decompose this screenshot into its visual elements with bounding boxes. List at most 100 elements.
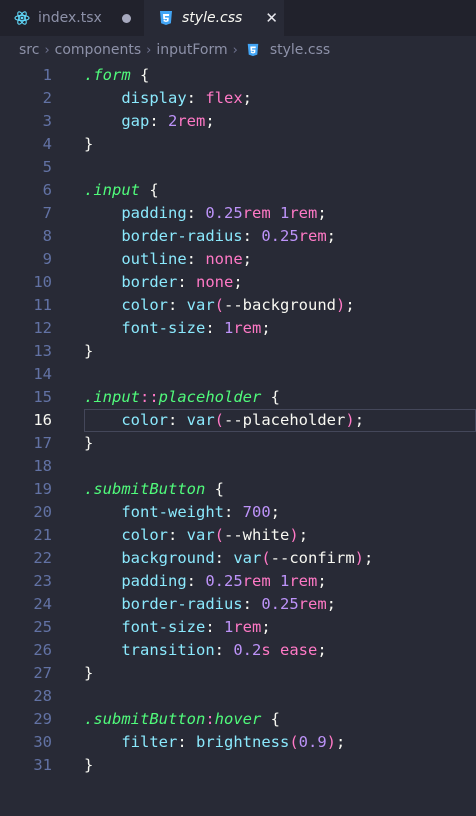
code-line[interactable]: 9 outline: none; bbox=[0, 248, 476, 271]
code-text: .submitButton:hover { bbox=[84, 708, 280, 731]
line-number: 1 bbox=[42, 66, 52, 84]
code-line[interactable]: 3 gap: 2rem; bbox=[0, 110, 476, 133]
code-token: : bbox=[205, 319, 224, 337]
code-text: transition: 0.2s ease; bbox=[84, 639, 327, 662]
code-line[interactable]: 22 background: var(--confirm); bbox=[0, 547, 476, 570]
code-line[interactable]: 20 font-weight: 700; bbox=[0, 501, 476, 524]
breadcrumb: src › components › inputForm › style.css bbox=[0, 36, 476, 64]
unsaved-dot-icon[interactable] bbox=[121, 13, 131, 23]
code-text: border-radius: 0.25rem; bbox=[84, 225, 336, 248]
code-token: brightness bbox=[196, 733, 290, 751]
code-text: } bbox=[84, 662, 93, 685]
code-line[interactable]: 28 bbox=[0, 685, 476, 708]
code-text: color: var(--white); bbox=[84, 524, 308, 547]
code-text: color: var(--placeholder); bbox=[84, 409, 364, 432]
line-number: 31 bbox=[33, 756, 52, 774]
code-text: border-radius: 0.25rem; bbox=[84, 593, 336, 616]
code-line[interactable]: 30 filter: brightness(0.9); bbox=[0, 731, 476, 754]
code-line[interactable]: 8 border-radius: 0.25rem; bbox=[0, 225, 476, 248]
code-token: : bbox=[205, 710, 215, 728]
code-line[interactable]: 17} bbox=[0, 432, 476, 455]
code-token: ) bbox=[326, 733, 337, 751]
code-line[interactable]: 26 transition: 0.2s ease; bbox=[0, 639, 476, 662]
code-token: ( bbox=[214, 296, 225, 314]
code-token: var bbox=[186, 411, 215, 429]
breadcrumb-item-file[interactable]: style.css bbox=[270, 42, 330, 58]
code-token: rem bbox=[242, 572, 271, 590]
line-number: 9 bbox=[42, 250, 52, 268]
code-token: : bbox=[168, 411, 187, 429]
line-number: 5 bbox=[42, 158, 52, 176]
code-line[interactable]: 12 font-size: 1rem; bbox=[0, 317, 476, 340]
code-token: } bbox=[84, 756, 94, 774]
code-line[interactable]: 29 .submitButton:hover { bbox=[0, 708, 476, 731]
code-token: --white bbox=[224, 526, 290, 544]
code-token: ( bbox=[214, 411, 225, 429]
code-token: 2 bbox=[168, 112, 178, 130]
code-token: 1 bbox=[224, 319, 234, 337]
code-token: ) bbox=[354, 549, 365, 567]
code-line[interactable]: 21 color: var(--white); bbox=[0, 524, 476, 547]
code-token: ; bbox=[205, 112, 215, 130]
code-line[interactable]: 6 .input { bbox=[0, 179, 476, 202]
code-text: } bbox=[84, 133, 93, 156]
code-token: .form bbox=[84, 66, 131, 84]
code-line[interactable]: 18 bbox=[0, 455, 476, 478]
code-token: var bbox=[186, 526, 215, 544]
code-token: : bbox=[186, 250, 206, 268]
chevron-right-icon: › bbox=[232, 42, 238, 58]
code-line[interactable]: 14 bbox=[0, 363, 476, 386]
code-line[interactable]: 19 .submitButton { bbox=[0, 478, 476, 501]
line-number: 4 bbox=[42, 135, 52, 153]
line-number: 10 bbox=[33, 273, 52, 291]
code-text: background: var(--confirm); bbox=[84, 547, 373, 570]
code-token: outline bbox=[121, 250, 187, 268]
code-editor[interactable]: 1 .form {2 display: flex; 3 gap: 2rem; 4} 5 6… bbox=[0, 64, 476, 777]
chevron-right-icon: › bbox=[44, 42, 50, 58]
breadcrumb-item-src[interactable]: src bbox=[19, 42, 39, 58]
close-icon[interactable]: ✕ bbox=[265, 9, 278, 27]
code-token: : bbox=[205, 618, 224, 636]
line-number: 29 bbox=[33, 710, 52, 728]
code-line[interactable]: 24 border-radius: 0.25rem; bbox=[0, 593, 476, 616]
code-token: display bbox=[121, 89, 187, 107]
code-token: flex bbox=[205, 89, 243, 107]
code-line[interactable]: 1 .form { bbox=[0, 64, 476, 87]
line-number: 11 bbox=[33, 296, 52, 314]
code-line[interactable]: 23 padding: 0.25rem 1rem; bbox=[0, 570, 476, 593]
code-token: ; bbox=[317, 641, 327, 659]
code-line[interactable]: 13} bbox=[0, 340, 476, 363]
code-line[interactable]: 7 padding: 0.25rem 1rem; bbox=[0, 202, 476, 225]
code-line[interactable]: 27} bbox=[0, 662, 476, 685]
code-line[interactable]: 10 border: none; bbox=[0, 271, 476, 294]
code-token: ) bbox=[336, 296, 346, 314]
breadcrumb-item-components[interactable]: components bbox=[55, 42, 142, 58]
tab-style-css[interactable]: style.css ✕ bbox=[144, 0, 284, 36]
line-number: 19 bbox=[33, 480, 52, 498]
code-token: : bbox=[214, 641, 234, 659]
code-line[interactable]: 11 color: var(--background); bbox=[0, 294, 476, 317]
code-line[interactable]: 15 .input::placeholder { bbox=[0, 386, 476, 409]
code-token: ; bbox=[317, 204, 327, 222]
code-line[interactable]: 2 display: flex; bbox=[0, 87, 476, 110]
code-line[interactable]: 4} bbox=[0, 133, 476, 156]
code-token: ( bbox=[289, 733, 299, 751]
code-line[interactable]: 31} bbox=[0, 754, 476, 777]
line-number: 16 bbox=[33, 411, 52, 429]
line-number: 26 bbox=[33, 641, 52, 659]
tab-bar: index.tsx style.css ✕ bbox=[0, 0, 476, 36]
code-line[interactable]: 16 color: var(--placeholder); bbox=[0, 409, 476, 432]
code-token: 0.25 bbox=[205, 204, 243, 222]
code-token: none bbox=[205, 250, 243, 268]
code-token: --background bbox=[224, 296, 336, 314]
breadcrumb-item-inputform[interactable]: inputForm bbox=[156, 42, 227, 58]
code-token: color bbox=[121, 296, 168, 314]
code-token: font-weight bbox=[121, 503, 224, 521]
code-text: } bbox=[84, 340, 93, 363]
tab-index-tsx[interactable]: index.tsx bbox=[0, 0, 144, 36]
code-line[interactable]: 5 bbox=[0, 156, 476, 179]
code-line[interactable]: 25 font-size: 1rem; bbox=[0, 616, 476, 639]
